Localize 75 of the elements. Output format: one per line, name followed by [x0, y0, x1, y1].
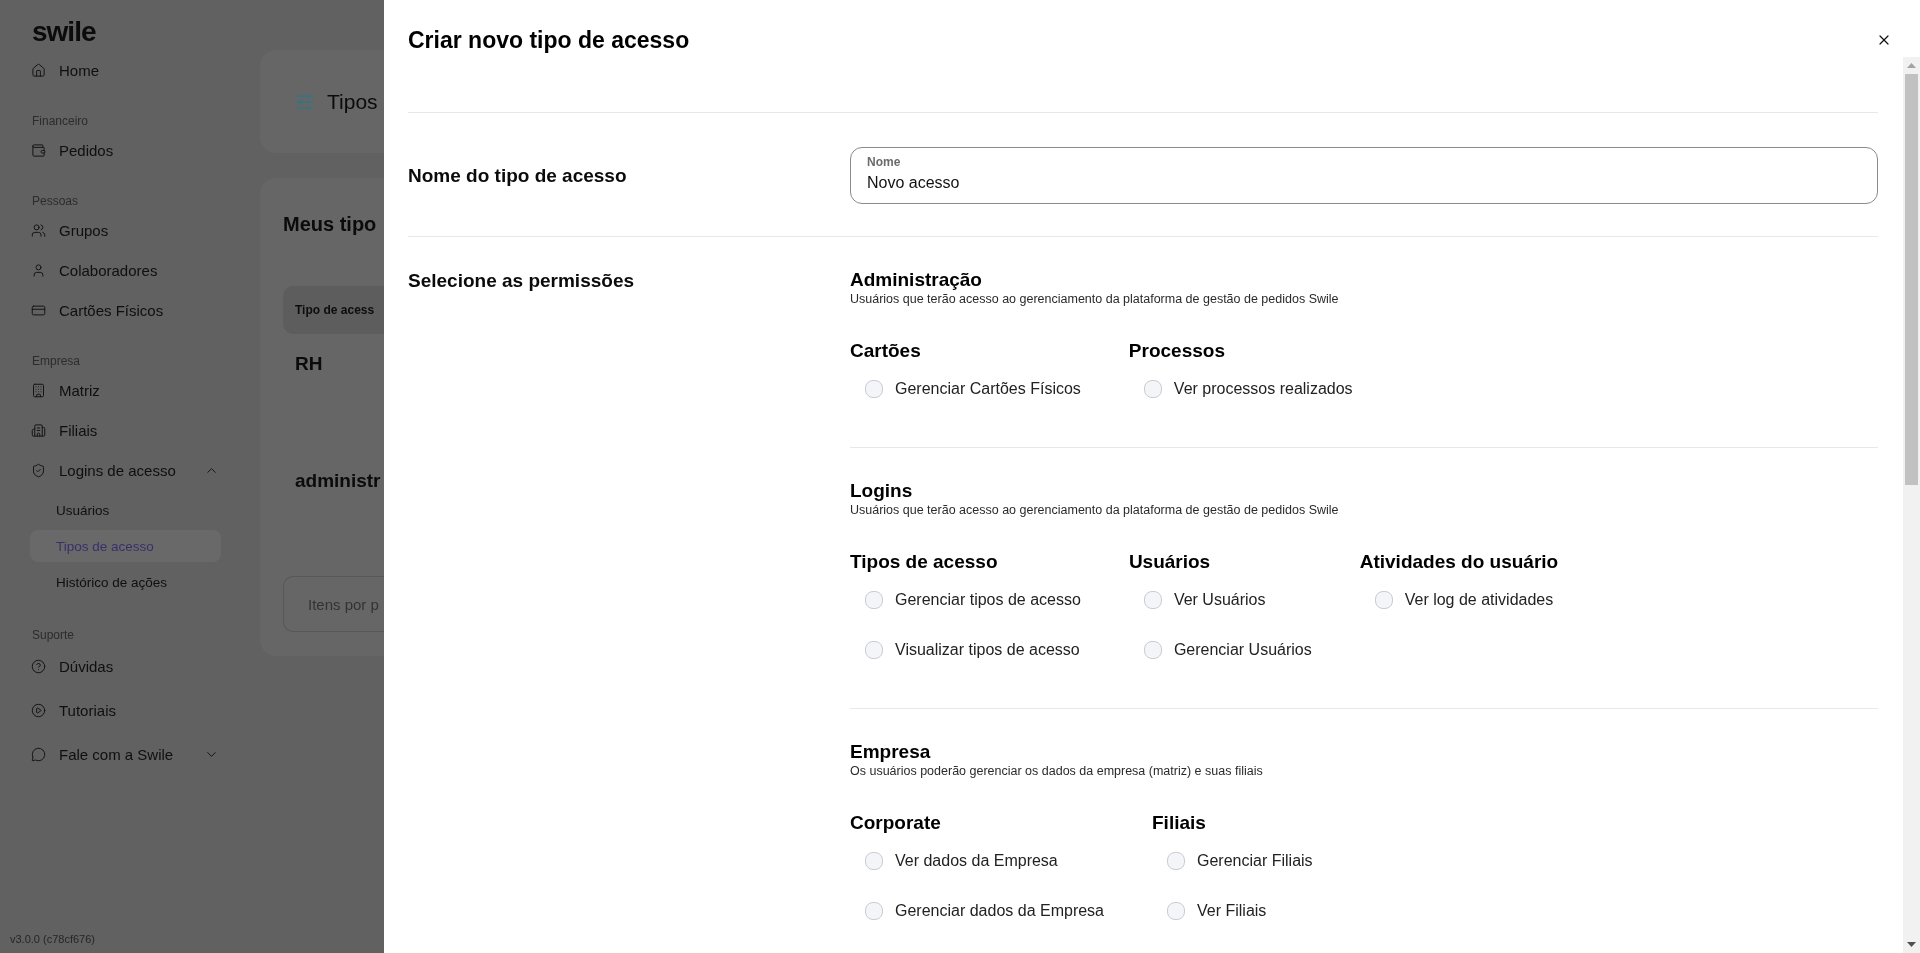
checkbox[interactable]	[1167, 902, 1185, 920]
permission-section-description: Usuários que terão acesso ao gerenciamento da plataforma de gestão de pedidos Swile	[850, 292, 1339, 306]
checkbox[interactable]	[1374, 591, 1393, 609]
permission-label[interactable]: Gerenciar dados da Empresa	[895, 902, 1104, 920]
nav-item[interactable]: Filiais	[30, 410, 221, 450]
scrollbar-thumb[interactable]	[1905, 74, 1918, 485]
chat-bubble-icon	[31, 746, 46, 762]
permission-label[interactable]: Gerenciar Usuários	[1173, 641, 1312, 659]
version-label: v3.0.0 (c78cf676)	[10, 932, 95, 947]
page-title: Tipos	[327, 89, 378, 114]
checkbox[interactable]	[865, 380, 883, 398]
nav-item[interactable]: Pedidos	[30, 130, 221, 170]
permission-label[interactable]: Visualizar tipos de acesso	[895, 641, 1080, 659]
building-icon	[31, 382, 46, 398]
permission-label[interactable]: Ver Filiais	[1197, 902, 1267, 920]
permission-section-description: Usuários que terão acesso ao gerenciamento da plataforma de gestão de pedidos Swile	[850, 503, 1339, 517]
play-icon	[31, 702, 46, 718]
permission-group-title: Tipos de acesso	[850, 550, 998, 574]
table-cell: RH	[295, 352, 323, 376]
nav-item[interactable]: Home	[30, 50, 221, 90]
nav-subitem[interactable]: Usuários	[30, 494, 221, 526]
nav-subitem[interactable]: Tipos de acesso	[30, 530, 221, 562]
permission-group-title: Atividades do usuário	[1359, 550, 1559, 574]
permission-label[interactable]: Ver log de atividades	[1404, 591, 1554, 609]
permission-group-title: Corporate	[850, 811, 941, 835]
nav-item[interactable]: Logins de acesso	[30, 450, 221, 490]
scroll-up-icon[interactable]	[1907, 63, 1916, 68]
nav-item[interactable]: Dúvidas	[30, 644, 221, 688]
checkbox[interactable]	[865, 852, 883, 870]
checkbox[interactable]	[1143, 641, 1162, 659]
wallet-icon	[31, 142, 46, 158]
shield-check-icon	[31, 462, 46, 478]
nav-item[interactable]: Matriz	[30, 370, 221, 410]
checkbox[interactable]	[865, 902, 883, 920]
section-title: Meus tipo	[283, 212, 377, 237]
form-row-label: Selecione as permissões	[408, 269, 634, 293]
nav-item[interactable]: Grupos	[30, 210, 221, 250]
nav-item[interactable]: Tutoriais	[30, 688, 221, 732]
logo: swile	[31, 15, 96, 49]
permission-group-title: Processos	[1128, 339, 1225, 363]
nav-subitem[interactable]: Histórico de ações	[30, 566, 221, 598]
card-icon	[31, 302, 46, 318]
buildings-icon	[31, 422, 46, 438]
sliders-icon	[295, 91, 315, 112]
table-cell: administr	[295, 469, 381, 493]
name-input-field[interactable]: Nome Novo acesso	[850, 147, 1878, 204]
permission-section-title: Administração	[850, 268, 982, 292]
checkbox[interactable]	[865, 641, 883, 659]
nav-item[interactable]: Fale com a Swile	[30, 732, 221, 776]
permission-group-title: Cartões	[850, 339, 921, 363]
checkbox[interactable]	[865, 591, 883, 609]
drawer-title: Criar novo tipo de acesso	[408, 25, 690, 55]
house-icon	[31, 62, 46, 78]
checkbox[interactable]	[1143, 591, 1162, 609]
permission-label[interactable]: Gerenciar Cartões Físicos	[895, 380, 1081, 398]
permission-group-title: Filiais	[1152, 811, 1206, 835]
permission-label[interactable]: Ver Usuários	[1173, 591, 1266, 609]
permission-label[interactable]: Gerenciar Filiais	[1197, 852, 1313, 870]
scroll-down-icon[interactable]	[1907, 942, 1916, 947]
permission-group-title: Usuários	[1128, 550, 1211, 574]
nav-item[interactable]: Cartões Físicos	[30, 290, 221, 330]
permission-label[interactable]: Ver dados da Empresa	[895, 852, 1058, 870]
permission-label[interactable]: Ver processos realizados	[1173, 380, 1353, 398]
help-icon	[31, 658, 46, 674]
permission-section-title: Empresa	[850, 740, 931, 764]
permission-section-description: Os usuários poderão gerenciar os dados da empresa (matriz) e suas filiais	[850, 764, 1263, 778]
checkbox[interactable]	[1143, 380, 1162, 398]
column-header: Tipo de acess	[295, 303, 375, 317]
permission-section-title: Logins	[850, 479, 913, 503]
users-icon	[31, 222, 46, 238]
form-row-label: Nome do tipo de acesso	[408, 163, 627, 188]
user-icon	[31, 262, 46, 278]
permission-label[interactable]: Gerenciar tipos de acesso	[895, 591, 1081, 609]
checkbox[interactable]	[1167, 852, 1185, 870]
nav-item[interactable]: Colaboradores	[30, 250, 221, 290]
